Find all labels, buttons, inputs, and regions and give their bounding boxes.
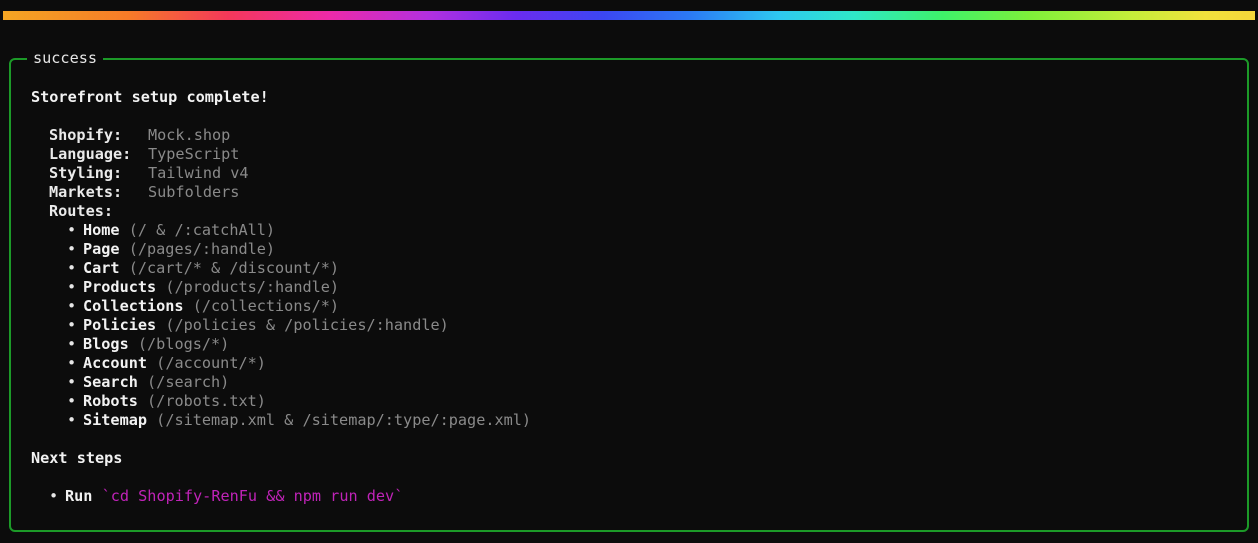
route-item: • Cart (/cart/* & /discount/*) [67,259,339,278]
bullet-icon: • [67,335,77,353]
bullet-icon: • [49,487,59,505]
route-item: • Page (/pages/:handle) [67,240,275,259]
route-path: (/blogs/*) [137,335,230,353]
bullet-icon: • [67,316,77,334]
route-name: Robots [83,392,138,410]
route-name: Collections [83,297,184,315]
bullet-icon: • [67,240,77,258]
box-title: success [27,49,104,68]
summary-row: Shopify: Mock.shop [49,126,230,145]
rainbow-banner [3,11,1255,20]
routes-label: Routes: [49,202,114,220]
summary-row: Markets: Subfolders [49,183,239,202]
route-path: (/account/*) [156,354,266,372]
bullet-icon: • [67,373,77,391]
summary-value: Subfolders [148,183,240,201]
route-item: • Robots (/robots.txt) [67,392,266,411]
next-step-label: Run [65,487,93,505]
route-path: (/sitemap.xml & /sitemap/:type/:page.xml… [156,411,532,429]
command-text[interactable]: `cd Shopify-RenFu && npm run dev` [102,487,404,505]
route-path: (/robots.txt) [147,392,266,410]
route-name: Sitemap [83,411,148,429]
bullet-icon: • [67,297,77,315]
bullet-icon: • [67,278,77,296]
route-item: • Sitemap (/sitemap.xml & /sitemap/:type/… [67,411,531,430]
route-item: • Collections (/collections/*) [67,297,339,316]
route-path: (/collections/*) [192,297,340,315]
route-name: Policies [83,316,157,334]
summary-value: Tailwind v4 [148,164,249,182]
route-path: (/policies & /policies/:handle) [165,316,449,334]
summary-key: Language: [49,145,132,163]
route-path: (/products/:handle) [165,278,340,296]
route-item: • Search (/search) [67,373,229,392]
summary-key: Shopify: [49,126,123,144]
route-path: (/ & /:catchAll) [128,221,276,239]
summary-value: TypeScript [148,145,240,163]
route-item: • Products (/products/:handle) [67,278,339,297]
route-name: Cart [83,259,120,277]
route-item: • Home (/ & /:catchAll) [67,221,275,240]
summary-row: Styling: Tailwind v4 [49,164,249,183]
route-item: • Blogs (/blogs/*) [67,335,229,354]
route-name: Page [83,240,120,258]
bullet-icon: • [67,392,77,410]
summary-key: Styling: [49,164,123,182]
summary-key: Markets: [49,183,123,201]
route-item: • Account (/account/*) [67,354,266,373]
route-item: • Policies (/policies & /policies/:handle… [67,316,449,335]
bullet-icon: • [67,221,77,239]
route-path: (/cart/* & /discount/*) [128,259,340,277]
route-name: Account [83,354,148,372]
route-name: Blogs [83,335,129,353]
bullet-icon: • [67,259,77,277]
route-name: Search [83,373,138,391]
summary-row: Language: TypeScript [49,145,239,164]
route-path: (/pages/:handle) [128,240,276,258]
summary-value: Mock.shop [148,126,231,144]
bullet-icon: • [67,354,77,372]
bullet-icon: • [67,411,77,429]
setup-heading: Storefront setup complete! [31,88,269,106]
route-path: (/search) [147,373,230,391]
route-name: Home [83,221,120,239]
next-steps-heading: Next steps [31,449,123,467]
route-name: Products [83,278,157,296]
next-step-item: • Run `cd Shopify-RenFu && npm run dev` [49,487,403,506]
